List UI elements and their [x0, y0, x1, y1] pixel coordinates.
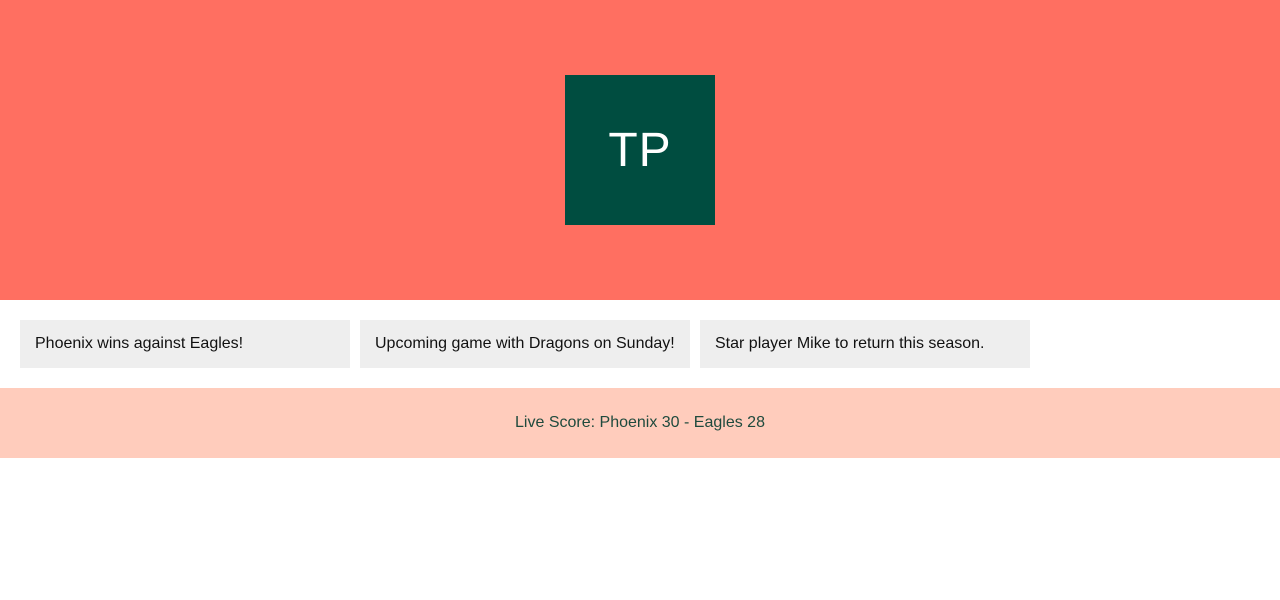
live-score-bar: Live Score: Phoenix 30 - Eagles 28 — [0, 388, 1280, 458]
news-item[interactable]: Phoenix wins against Eagles! — [20, 320, 350, 368]
news-item[interactable]: Star player Mike to return this season. — [700, 320, 1030, 368]
hero-banner: TP — [0, 0, 1280, 300]
live-score-text: Live Score: Phoenix 30 - Eagles 28 — [515, 414, 765, 431]
news-list: Phoenix wins against Eagles! Upcoming ga… — [0, 300, 1280, 388]
news-item[interactable]: Upcoming game with Dragons on Sunday! — [360, 320, 690, 368]
team-logo: TP — [565, 75, 715, 225]
